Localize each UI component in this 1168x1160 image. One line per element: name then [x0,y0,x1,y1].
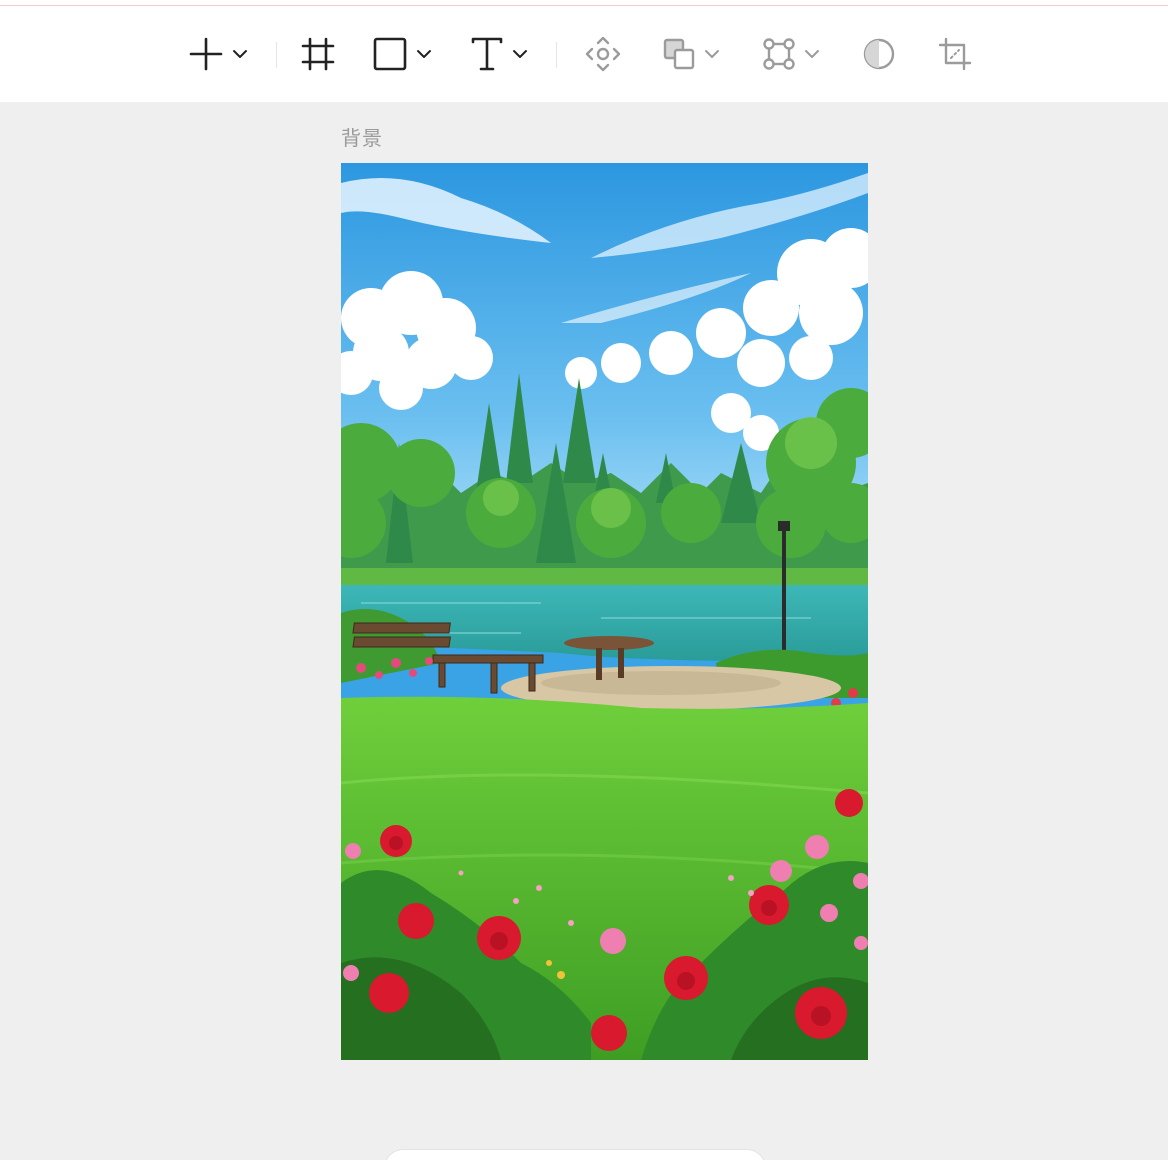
text-icon [470,36,504,72]
bottom-floating-panel[interactable] [385,1150,765,1160]
park-landscape-image [341,163,868,1060]
add-tool-button[interactable] [188,29,248,79]
plus-icon [188,36,224,72]
move-tool-button[interactable] [584,29,622,79]
boolean-shapes-tool-button[interactable] [662,29,720,79]
chevron-down-icon[interactable] [512,49,528,59]
crop-tool-button[interactable] [938,29,972,79]
chevron-down-icon[interactable] [704,49,720,59]
boolean-shapes-icon [662,37,696,71]
frame-background[interactable] [341,163,868,1060]
contrast-tool-button[interactable] [862,29,896,79]
rectangle-tool-button[interactable] [372,29,432,79]
vector-path-icon [762,37,796,71]
chevron-down-icon[interactable] [232,49,248,59]
canvas[interactable]: 背景 [0,102,1168,1160]
move-icon [584,35,622,73]
toolbar-divider [276,42,277,68]
toolbar-divider [556,42,557,68]
chevron-down-icon[interactable] [416,49,432,59]
chevron-down-icon[interactable] [804,49,820,59]
toolbar [0,6,1168,102]
text-tool-button[interactable] [470,29,528,79]
frame-tool-button[interactable] [300,29,336,79]
frame-icon [300,36,336,72]
vector-path-tool-button[interactable] [762,29,820,79]
frame-label[interactable]: 背景 [341,122,383,151]
contrast-icon [862,37,896,71]
rectangle-icon [372,36,408,72]
crop-icon [938,37,972,71]
